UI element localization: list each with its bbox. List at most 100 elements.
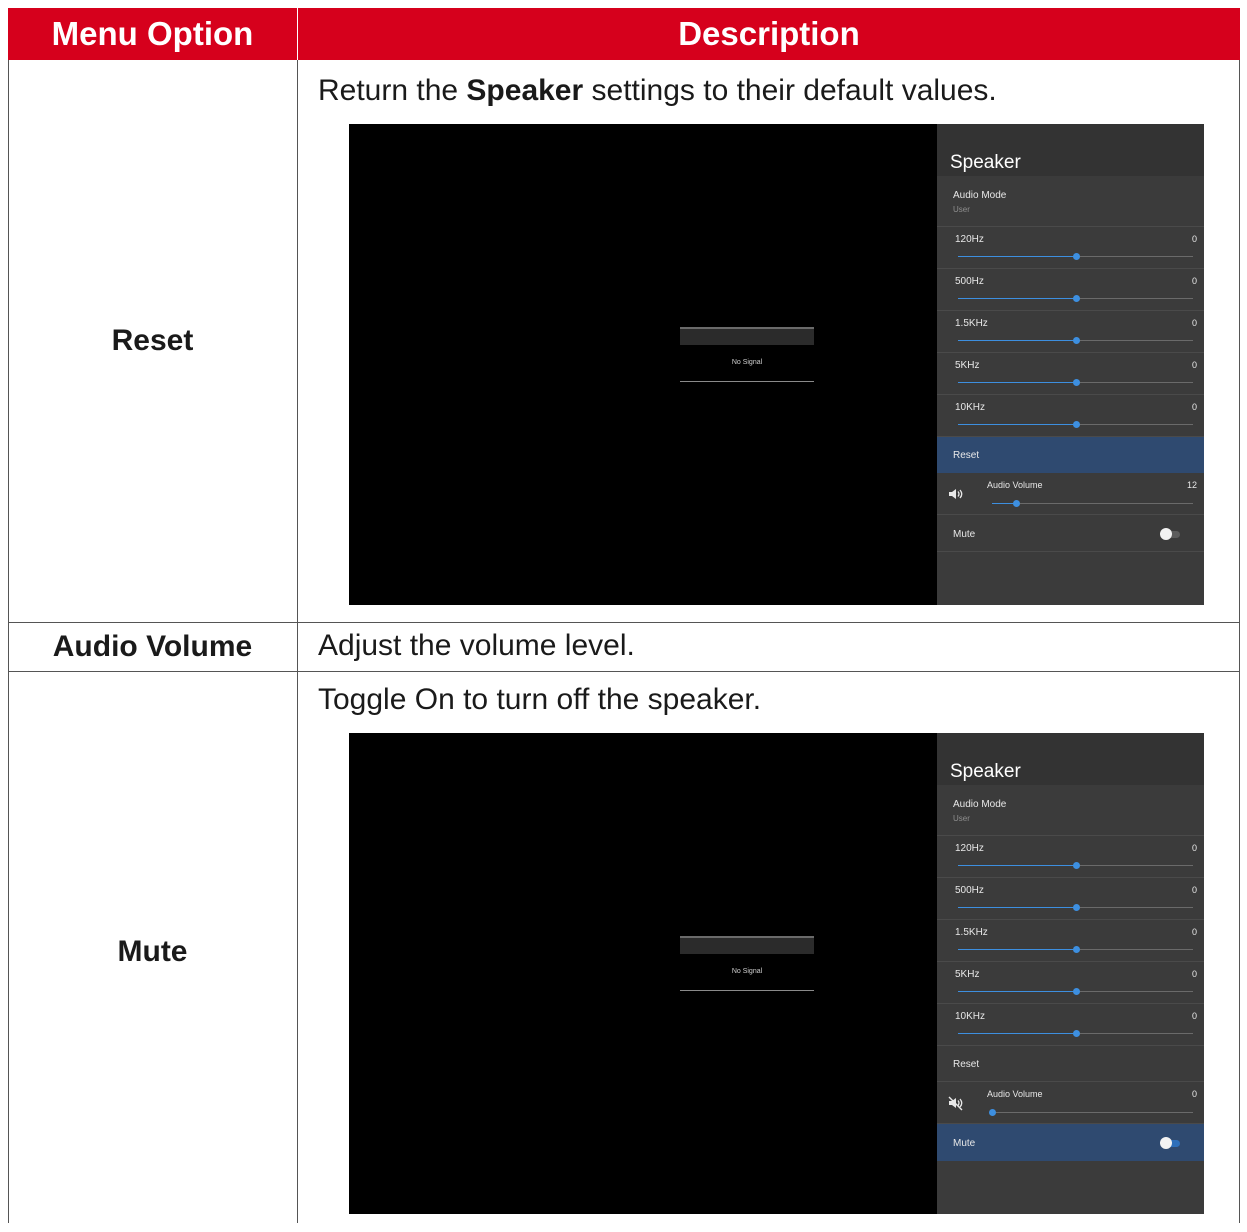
eq-row-500hz[interactable]: 500Hz 0 bbox=[937, 878, 1204, 920]
slider-thumb[interactable] bbox=[1072, 946, 1080, 953]
slider-thumb[interactable] bbox=[1072, 379, 1080, 386]
panel-title: Speaker bbox=[950, 761, 1021, 782]
slider-thumb[interactable] bbox=[1072, 295, 1080, 302]
eq-value: 0 bbox=[1191, 318, 1197, 328]
speaker-icon bbox=[947, 485, 965, 503]
slider-track[interactable] bbox=[992, 500, 1193, 507]
slider-track[interactable] bbox=[958, 862, 1193, 869]
eq-label: 10KHz bbox=[955, 1011, 986, 1022]
audio-volume-label: Audio Volume bbox=[987, 480, 1043, 490]
slider-track[interactable] bbox=[958, 295, 1193, 302]
audio-mode-row[interactable]: Audio Mode User bbox=[937, 176, 1204, 227]
slider-track[interactable] bbox=[958, 1030, 1193, 1037]
mute-toggle[interactable] bbox=[1160, 528, 1182, 540]
eq-row-5khz[interactable]: 5KHz 0 bbox=[937, 353, 1204, 395]
speaker-screenshot-mute: No Signal Speaker Audio Mode User 120Hz 0 500H… bbox=[349, 733, 1204, 1214]
slider-fill bbox=[958, 340, 1076, 341]
no-signal-box: No Signal bbox=[680, 936, 814, 991]
reset-label: Reset bbox=[953, 450, 980, 461]
slider-thumb[interactable] bbox=[1072, 337, 1080, 344]
slider-thumb[interactable] bbox=[989, 1109, 996, 1116]
panel-title: Speaker bbox=[950, 152, 1021, 173]
audio-volume-row[interactable]: Audio Volume 0 bbox=[937, 1082, 1204, 1124]
slider-track[interactable] bbox=[958, 337, 1193, 344]
mute-label: Mute bbox=[953, 1138, 976, 1149]
eq-row-120hz[interactable]: 120Hz 0 bbox=[937, 836, 1204, 878]
slider-fill bbox=[958, 256, 1076, 257]
no-signal-line bbox=[680, 990, 814, 991]
eq-label: 1.5KHz bbox=[955, 927, 988, 938]
eq-label: 500Hz bbox=[955, 885, 984, 896]
audio-volume-label: Audio Volume bbox=[987, 1089, 1043, 1099]
reset-row[interactable]: Reset bbox=[937, 437, 1204, 473]
eq-value: 0 bbox=[1191, 1011, 1197, 1021]
description-header: Description bbox=[298, 8, 1240, 60]
slider-thumb[interactable] bbox=[1072, 988, 1080, 995]
toggle-knob bbox=[1160, 528, 1172, 540]
slider-fill bbox=[958, 424, 1076, 425]
eq-row-10khz[interactable]: 10KHz 0 bbox=[937, 395, 1204, 437]
eq-value: 0 bbox=[1191, 234, 1197, 244]
audio-mode-label: Audio Mode bbox=[953, 190, 1007, 201]
audio-volume-value: 12 bbox=[1186, 480, 1197, 490]
no-signal-text: No Signal bbox=[731, 359, 763, 366]
audio-mode-value: User bbox=[953, 205, 970, 214]
eq-row-1.5khz[interactable]: 1.5KHz 0 bbox=[937, 311, 1204, 353]
slider-thumb[interactable] bbox=[1013, 500, 1021, 507]
eq-label: 120Hz bbox=[955, 234, 984, 245]
no-signal-box: No Signal bbox=[680, 327, 814, 382]
slider-fill bbox=[958, 907, 1076, 908]
slider-track[interactable] bbox=[958, 946, 1193, 953]
eq-value: 0 bbox=[1191, 885, 1197, 895]
eq-label: 1.5KHz bbox=[955, 318, 988, 329]
table-border-right bbox=[1239, 60, 1240, 1223]
slider-fill bbox=[958, 1033, 1076, 1034]
eq-label: 120Hz bbox=[955, 843, 984, 854]
slider-track[interactable] bbox=[958, 253, 1193, 260]
audio-mode-row[interactable]: Audio Mode User bbox=[937, 785, 1204, 836]
mute-row[interactable]: Mute bbox=[937, 1124, 1204, 1161]
description-mute: Toggle On to turn off the speaker. bbox=[318, 683, 762, 716]
panel-title-bar: Speaker bbox=[937, 124, 1204, 176]
mute-row[interactable]: Mute bbox=[937, 515, 1204, 552]
slider-track[interactable] bbox=[958, 379, 1193, 386]
eq-row-5khz[interactable]: 5KHz 0 bbox=[937, 962, 1204, 1004]
audio-volume-value: 0 bbox=[1191, 1089, 1197, 1099]
slider-thumb[interactable] bbox=[1072, 904, 1080, 911]
slider-fill bbox=[958, 991, 1076, 992]
slider-thumb[interactable] bbox=[1072, 1030, 1080, 1037]
slider-track[interactable] bbox=[958, 988, 1193, 995]
eq-row-120hz[interactable]: 120Hz 0 bbox=[937, 227, 1204, 269]
eq-value: 0 bbox=[1191, 402, 1197, 412]
slider-thumb[interactable] bbox=[1072, 253, 1080, 260]
eq-value: 0 bbox=[1191, 969, 1197, 979]
eq-row-1.5khz[interactable]: 1.5KHz 0 bbox=[937, 920, 1204, 962]
option-reset: Reset bbox=[111, 324, 194, 357]
no-signal-bar bbox=[680, 936, 814, 954]
slider-fill bbox=[958, 949, 1076, 950]
slider-track[interactable] bbox=[958, 421, 1193, 428]
no-signal-bar bbox=[680, 327, 814, 345]
panel-title-bar: Speaker bbox=[937, 733, 1204, 785]
eq-label: 500Hz bbox=[955, 276, 984, 287]
slider-track[interactable] bbox=[958, 904, 1193, 911]
eq-value: 0 bbox=[1191, 276, 1197, 286]
eq-value: 0 bbox=[1191, 843, 1197, 853]
reset-row[interactable]: Reset bbox=[937, 1046, 1204, 1082]
table-column-divider bbox=[297, 60, 298, 1223]
eq-value: 0 bbox=[1191, 360, 1197, 370]
audio-mode-label: Audio Mode bbox=[953, 799, 1007, 810]
audio-volume-row[interactable]: Audio Volume 12 bbox=[937, 473, 1204, 515]
option-mute: Mute bbox=[117, 935, 188, 968]
eq-row-10khz[interactable]: 10KHz 0 bbox=[937, 1004, 1204, 1046]
slider-fill bbox=[958, 298, 1076, 299]
slider-track[interactable] bbox=[989, 1109, 1193, 1116]
speaker-panel: Speaker Audio Mode User 120Hz 0 500Hz 0 1.5KHz 0… bbox=[937, 124, 1204, 605]
mute-toggle[interactable] bbox=[1160, 1137, 1182, 1149]
reset-label: Reset bbox=[953, 1059, 980, 1070]
slider-thumb[interactable] bbox=[1072, 862, 1080, 869]
eq-row-500hz[interactable]: 500Hz 0 bbox=[937, 269, 1204, 311]
slider-thumb[interactable] bbox=[1072, 421, 1080, 428]
eq-label: 5KHz bbox=[955, 969, 980, 980]
toggle-knob bbox=[1160, 1137, 1172, 1149]
